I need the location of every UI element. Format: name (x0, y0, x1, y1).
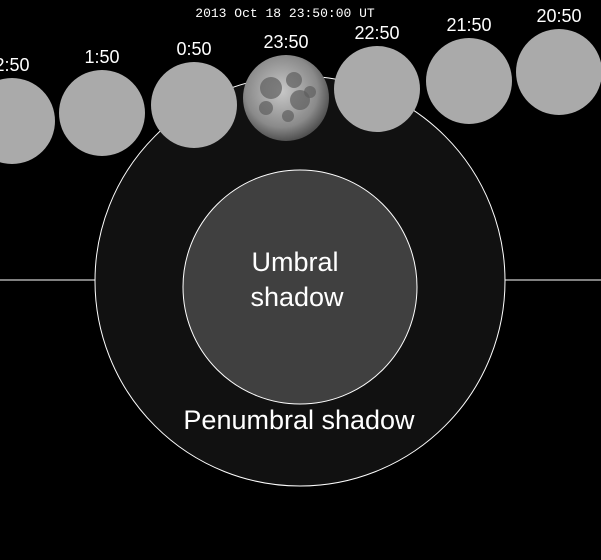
moon-position: 21:50 (426, 15, 512, 124)
penumbral-label: Penumbral shadow (183, 405, 415, 435)
moon-mare (282, 110, 294, 122)
moon-mare (286, 72, 302, 88)
moon-disk (426, 38, 512, 124)
moon-disk (59, 70, 145, 156)
moon-image (243, 55, 329, 141)
moon-position: 2:50 (0, 55, 55, 164)
eclipse-time-title: 2013 Oct 18 23:50:00 UT (195, 6, 375, 21)
eclipse-diagram: Umbral shadow Penumbral shadow 2:50 1:50 0… (0, 6, 601, 487)
moon-position: 23:50 (243, 32, 329, 141)
moon-mare (259, 101, 273, 115)
moon-position: 1:50 (59, 47, 145, 156)
umbral-label-1: Umbral (251, 247, 338, 277)
moon-time-label: 21:50 (446, 15, 491, 35)
moon-disk (334, 46, 420, 132)
moon-mare (260, 77, 282, 99)
umbral-label-2: shadow (250, 282, 344, 312)
moon-time-label: 1:50 (84, 47, 119, 67)
moon-time-label: 20:50 (536, 6, 581, 26)
moon-time-label: 0:50 (176, 39, 211, 59)
moon-disk (0, 78, 55, 164)
moon-time-label: 22:50 (354, 23, 399, 43)
moon-position: 0:50 (151, 39, 237, 148)
moon-mare (304, 86, 316, 98)
moon-disk (151, 62, 237, 148)
moon-time-label: 2:50 (0, 55, 30, 75)
moon-time-label: 23:50 (263, 32, 308, 52)
moon-position: 20:50 (516, 6, 601, 115)
moon-disk (516, 29, 601, 115)
moon-position: 22:50 (334, 23, 420, 132)
